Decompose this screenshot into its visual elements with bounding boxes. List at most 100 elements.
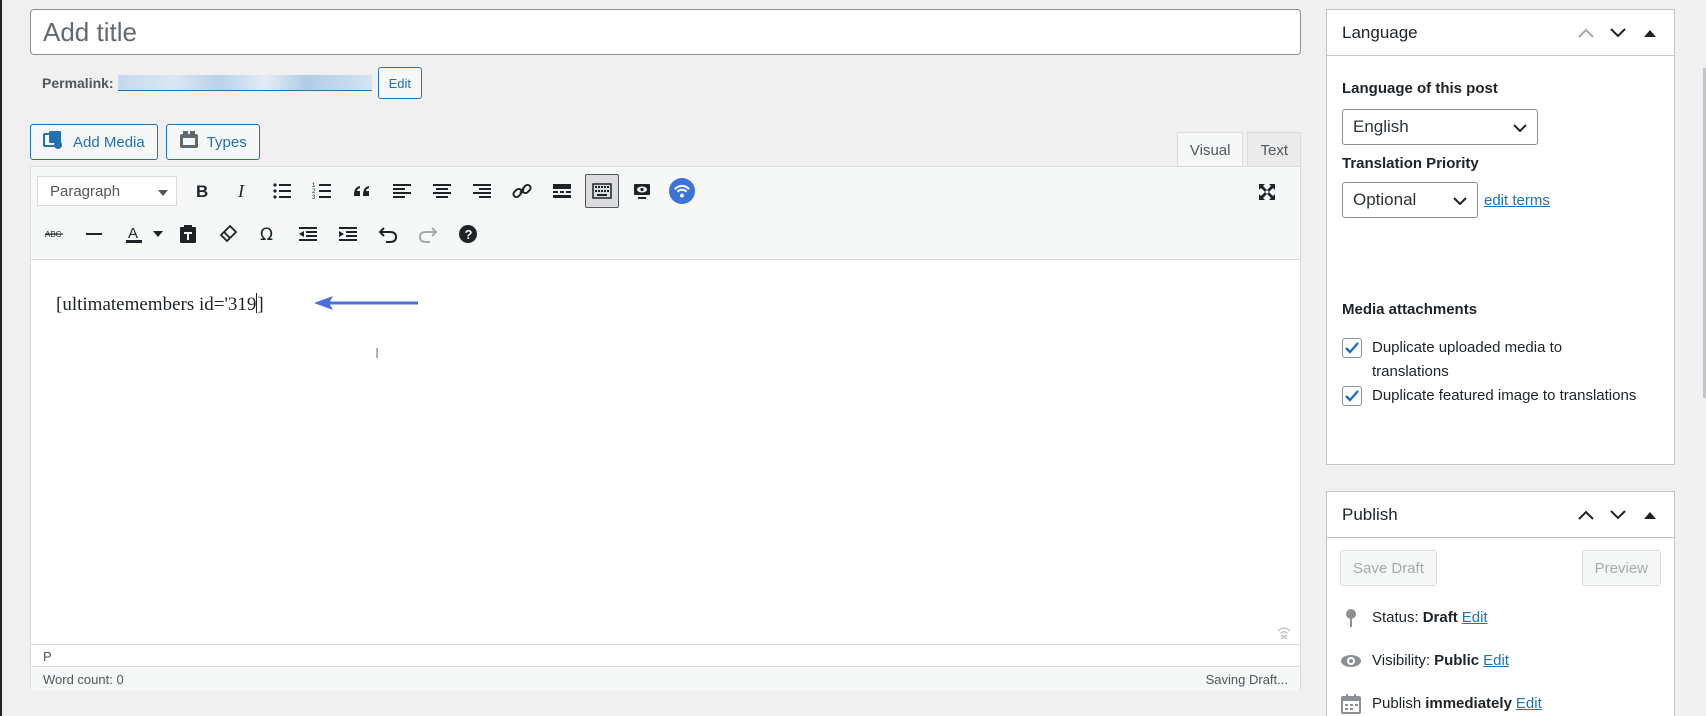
editor-status-bar: Word count: 0 Saving Draft... [31,666,1300,691]
svg-text:A: A [128,225,138,242]
screen-left-edge [0,0,2,716]
element-path[interactable]: P [43,649,52,664]
publish-panel-title: Publish [1342,504,1398,524]
chevron-down-icon [1513,117,1527,137]
tab-text[interactable]: Text [1247,132,1301,168]
publish-panel: Publish Save Draft Preview Status: Draft… [1326,491,1675,716]
language-panel-controls [1574,21,1662,45]
bulleted-list-icon[interactable] [265,174,299,208]
collapse-toggle-icon[interactable] [1638,21,1662,45]
add-media-button[interactable]: Add Media [30,124,158,160]
chevron-down-icon [158,183,168,200]
editor-container: Paragraph B I 123 ABC A Ω ? [ultimatemem… [30,166,1301,691]
format-select-value: Paragraph [50,182,121,200]
redo-icon[interactable] [411,217,445,251]
edit-terms-link[interactable]: edit terms [1484,192,1550,209]
language-panel: Language Language of this post English T… [1326,9,1675,465]
duplicate-featured-label: Duplicate featured image to translations [1372,387,1637,404]
move-up-icon[interactable] [1574,503,1598,527]
outdent-icon[interactable] [291,217,325,251]
priority-select[interactable]: Optional [1342,182,1478,218]
editor-tabs: Visual Text [1173,132,1301,168]
status-edit-link[interactable]: Edit [1462,609,1488,626]
wifi-watermark-icon [1277,627,1291,640]
align-right-icon[interactable] [465,174,499,208]
format-select[interactable]: Paragraph [37,176,177,206]
read-more-icon[interactable] [545,174,579,208]
svg-text:?: ? [465,227,473,242]
editor-toolbar: Paragraph B I 123 ABC A Ω ? [31,167,1300,260]
numbered-list-icon[interactable]: 123 [305,174,339,208]
arrow-annotation-icon [314,296,418,310]
move-down-icon[interactable] [1606,503,1630,527]
italic-icon[interactable]: I [225,174,259,208]
editor-content-area[interactable]: [ultimatemembers id='319] I [31,260,1300,644]
svg-text:Ω: Ω [260,225,273,244]
bold-icon[interactable]: B [185,174,219,208]
ibeam-cursor-icon: I [375,345,380,362]
indent-icon[interactable] [331,217,365,251]
types-button[interactable]: Types [165,124,260,160]
types-label: Types [206,133,247,151]
autosave-status: Saving Draft... [1205,671,1288,687]
save-draft-button[interactable]: Save Draft [1340,550,1437,586]
types-icon [179,131,199,153]
language-panel-title: Language [1342,22,1418,42]
add-media-label: Add Media [73,133,145,151]
text-color-icon[interactable]: A [117,217,151,251]
move-up-icon[interactable] [1574,21,1598,45]
media-buttons: Add Media Types [30,124,260,160]
blockquote-icon[interactable] [345,174,379,208]
publish-panel-controls [1574,503,1662,527]
permalink-url-link[interactable] [117,75,372,91]
status-row: Status: Draft Edit [1340,596,1661,639]
publish-panel-header[interactable]: Publish [1327,492,1674,538]
publish-label: Publish [1372,695,1422,712]
link-icon[interactable] [505,174,539,208]
collapse-toggle-icon[interactable] [1638,503,1662,527]
translation-priority-label: Translation Priority [1342,155,1479,172]
align-left-icon[interactable] [385,174,419,208]
permalink-row: Permalink: Edit [42,67,422,99]
duplicate-media-checkbox[interactable] [1342,338,1362,358]
eye-icon [1340,654,1362,668]
publish-actions: Save Draft Preview [1340,550,1661,586]
toolbar-toggle-icon[interactable] [585,174,619,208]
strikethrough-icon[interactable]: ABC [37,217,71,251]
language-of-post-label: Language of this post [1342,80,1498,97]
preview-button[interactable]: Preview [1581,550,1661,586]
tab-visual[interactable]: Visual [1176,132,1244,168]
permalink-edit-button[interactable]: Edit [377,67,422,99]
language-panel-header[interactable]: Language [1327,10,1674,56]
language-select[interactable]: English [1342,109,1538,145]
help-icon[interactable]: ? [451,217,485,251]
text-color-dropdown-icon[interactable] [151,217,165,251]
language-panel-body: Language of this post English Translatio… [1327,56,1674,422]
special-character-icon[interactable]: Ω [251,217,285,251]
publish-edit-link[interactable]: Edit [1516,695,1542,712]
add-media-icon [43,130,65,154]
align-center-icon[interactable] [425,174,459,208]
horizontal-line-icon[interactable] [77,217,111,251]
pin-icon [1340,608,1362,628]
move-down-icon[interactable] [1606,21,1630,45]
duplicate-featured-checkbox[interactable] [1342,386,1362,406]
toolbar-row-2: ABC A Ω ? [37,215,491,253]
paste-text-icon[interactable] [171,217,205,251]
post-title-input[interactable]: Add title [30,9,1301,55]
editor-content-text[interactable]: [ultimatemembers id='319] [56,293,264,316]
visibility-edit-link[interactable]: Edit [1483,652,1509,669]
undo-icon[interactable] [371,217,405,251]
publish-panel-body: Save Draft Preview Status: Draft Edit Vi… [1327,538,1674,716]
publish-misc: Status: Draft Edit Visibility: Public Ed… [1340,596,1661,716]
duplicate-featured-row[interactable]: Duplicate featured image to translations [1342,384,1659,408]
fullscreen-icon[interactable] [1250,175,1284,209]
status-label: Status: [1372,609,1419,626]
visibility-label: Visibility: [1372,652,1431,669]
clear-formatting-icon[interactable] [211,217,245,251]
wifi-icon[interactable] [665,174,699,208]
svg-text:3: 3 [312,195,316,201]
toolbar-row-1: Paragraph B I 123 [37,172,705,210]
duplicate-media-row[interactable]: Duplicate uploaded media to translations [1342,336,1659,384]
preview-icon[interactable] [625,174,659,208]
